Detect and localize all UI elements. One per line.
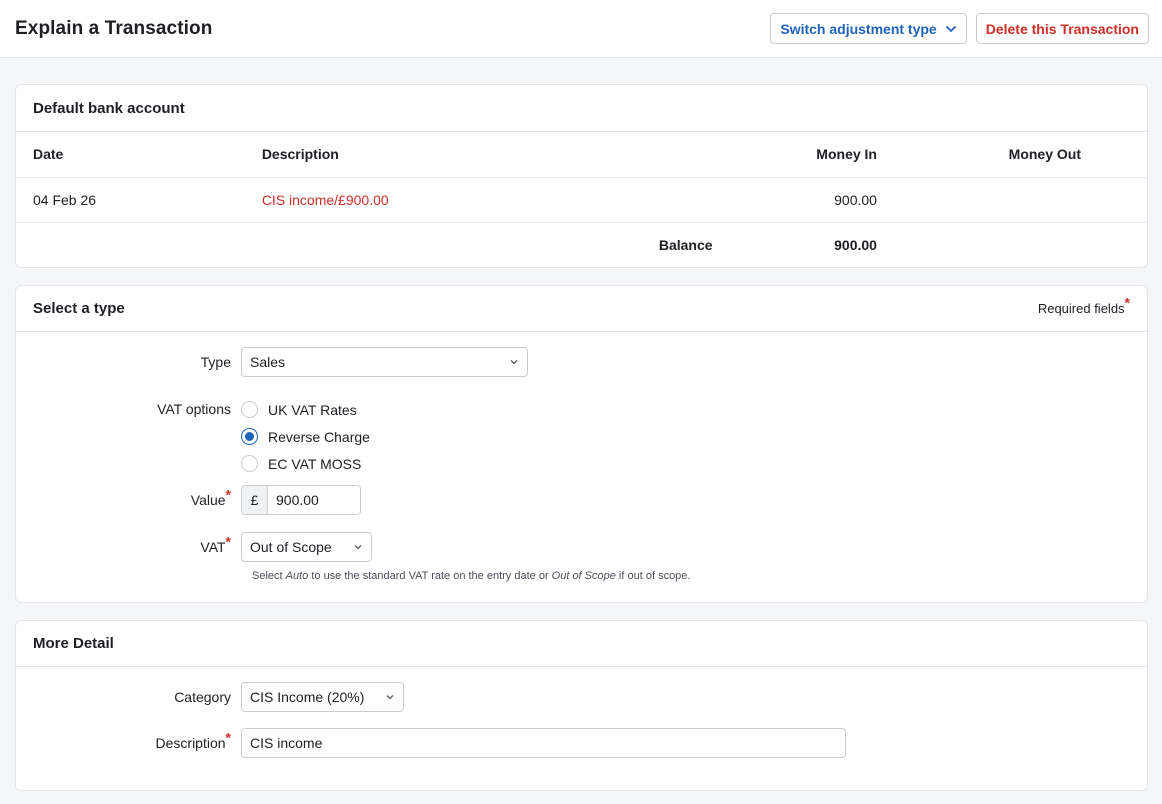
description-label-text: Description <box>155 735 226 751</box>
bank-account-header: Default bank account <box>16 85 1147 132</box>
chevron-down-icon <box>386 695 394 700</box>
type-row: Type Sales <box>16 347 528 377</box>
select-type-title: Select a type <box>33 300 125 317</box>
category-select[interactable]: CIS Income (20%) <box>241 682 404 712</box>
page-title: Explain a Transaction <box>15 17 213 39</box>
type-label: Type <box>200 354 231 370</box>
vat-option-uk[interactable]: UK VAT Rates <box>241 396 370 423</box>
delete-transaction-button[interactable]: Delete this Transaction <box>975 13 1149 44</box>
required-fields-note: Required fields* <box>1037 296 1130 316</box>
vat-option-uk-label: UK VAT Rates <box>268 401 357 418</box>
vat-option-ec-moss[interactable]: EC VAT MOSS <box>241 450 370 477</box>
vat-options-group: UK VAT Rates Reverse Charge EC VAT MOSS <box>241 396 370 477</box>
select-type-card: Select a type Required fields* Type Sale… <box>15 285 1148 603</box>
type-select[interactable]: Sales <box>241 347 528 377</box>
category-select-value: CIS Income (20%) <box>250 689 365 705</box>
more-detail-header: More Detail <box>16 621 1147 667</box>
switch-adjustment-type-button[interactable]: Switch adjustment type <box>770 13 967 44</box>
balance-value: 900.00 <box>712 221 894 267</box>
description-label: Description* <box>16 730 241 751</box>
top-bar: Explain a Transaction Switch adjustment … <box>0 0 1162 58</box>
vat-options-row: VAT options UK VAT Rates Reverse Charge … <box>16 396 370 477</box>
value-field[interactable]: £ <box>241 485 361 515</box>
vat-option-reverse-charge[interactable]: Reverse Charge <box>241 423 370 450</box>
chevron-down-icon <box>945 25 956 32</box>
vat-select-value: Out of Scope <box>250 539 332 555</box>
required-star-icon: * <box>225 486 231 503</box>
vat-label: VAT* <box>16 534 241 555</box>
currency-symbol: £ <box>242 486 268 514</box>
vat-select[interactable]: Out of Scope <box>241 532 372 562</box>
description-input[interactable] <box>241 728 846 758</box>
type-select-value: Sales <box>250 354 286 370</box>
value-label-text: Value <box>190 492 226 508</box>
value-input[interactable] <box>268 486 360 514</box>
balance-row: Balance 900.00 <box>16 221 1147 267</box>
row-description-link[interactable]: CIS income/£900.00 <box>262 192 389 208</box>
top-actions: Switch adjustment type Delete this Trans… <box>770 13 1149 44</box>
more-detail-card: More Detail Category CIS Income (20%) De… <box>15 620 1148 791</box>
row-date: 04 Feb 26 <box>16 176 245 222</box>
required-star-icon: * <box>1124 294 1130 311</box>
hint-out-of-scope: Out of Scope <box>551 570 616 582</box>
hint-post: if out of scope. <box>615 570 691 582</box>
vat-option-ec-moss-label: EC VAT MOSS <box>268 455 362 472</box>
vat-label-text: VAT <box>200 539 226 555</box>
vat-option-reverse-charge-label: Reverse Charge <box>268 428 370 445</box>
column-header-description: Description <box>261 146 339 163</box>
column-header-date: Date <box>33 146 64 163</box>
radio-selected-icon[interactable] <box>241 428 258 445</box>
table-header-row: Date Description Money In Money Out <box>16 132 1147 177</box>
radio-icon[interactable] <box>241 401 258 418</box>
required-fields-text: Required fields <box>1037 301 1125 316</box>
row-money-out <box>893 176 1147 222</box>
table-row: 04 Feb 26 CIS income/£900.00 900.00 <box>16 176 1147 222</box>
chevron-down-icon <box>510 360 518 365</box>
hint-mid: to use the standard VAT rate on the entr… <box>308 570 552 582</box>
required-star-icon: * <box>225 533 231 550</box>
select-type-header: Select a type Required fields* <box>16 286 1147 332</box>
category-label: Category <box>174 689 231 705</box>
value-label: Value* <box>16 487 241 508</box>
bank-account-card: Default bank account Date Description Mo… <box>15 84 1148 268</box>
hint-pre: Select <box>252 570 286 582</box>
vat-hint-text: Select Auto to use the standard VAT rate… <box>252 570 690 582</box>
category-row: Category CIS Income (20%) <box>16 682 404 712</box>
bank-account-title: Default bank account <box>33 99 185 117</box>
more-detail-title: More Detail <box>33 635 114 652</box>
value-row: Value* £ <box>16 485 361 515</box>
column-header-money-out: Money Out <box>1008 146 1081 163</box>
hint-auto: Auto <box>285 570 309 582</box>
radio-icon[interactable] <box>241 455 258 472</box>
column-header-money-in: Money In <box>816 146 877 163</box>
vat-options-label: VAT options <box>157 401 231 417</box>
transaction-table: Date Description Money In Money Out 04 F… <box>16 132 1147 267</box>
chevron-down-icon <box>354 545 362 550</box>
description-row: Description* <box>16 728 846 758</box>
balance-label: Balance <box>557 221 713 267</box>
vat-row: VAT* Out of Scope <box>16 532 372 562</box>
required-star-icon: * <box>225 729 231 746</box>
row-money-in: 900.00 <box>712 176 894 222</box>
switch-adjustment-type-label: Switch adjustment type <box>780 20 937 37</box>
